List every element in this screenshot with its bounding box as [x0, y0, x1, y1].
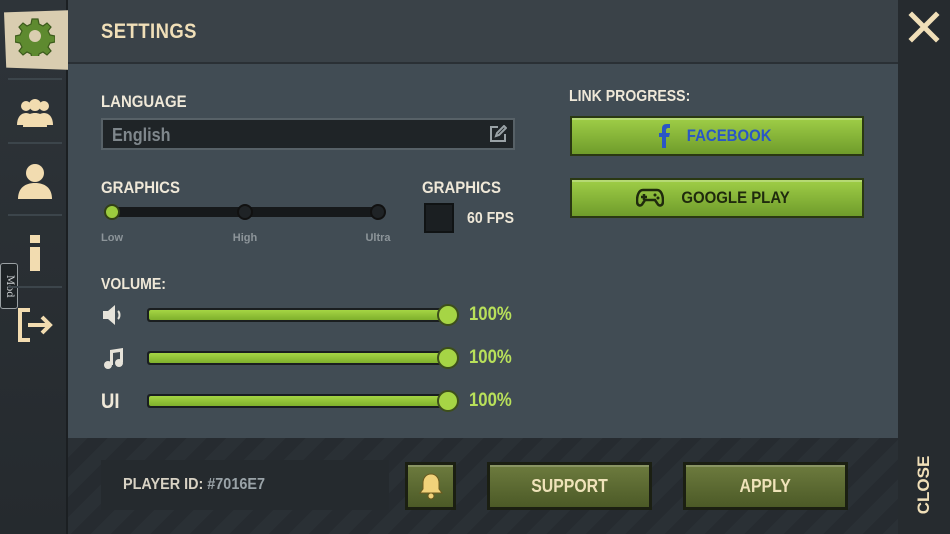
support-button[interactable]: SUPPORT — [487, 462, 652, 510]
volume-slider-music[interactable] — [147, 347, 459, 369]
language-value: English — [112, 125, 171, 145]
player-id-text: PLAYER ID: #7016E7 — [123, 476, 265, 494]
fps-option-label: 60 FPS — [467, 210, 514, 227]
google-play-button[interactable]: GOOGLE PLAY — [570, 178, 864, 218]
sidebar: Mod — [0, 0, 78, 534]
facebook-button-label: FACEBOOK — [686, 126, 772, 145]
volume-value-ui: 100% — [469, 390, 512, 411]
volume-slider-ui[interactable] — [147, 390, 459, 412]
volume-value-sfx: 100% — [469, 304, 512, 325]
gamepad-icon — [636, 188, 665, 207]
fps-label: GRAPHICS — [422, 178, 501, 197]
page-title: SETTINGS — [101, 20, 197, 43]
friends-icon — [17, 99, 53, 127]
bell-icon — [418, 473, 443, 500]
volume-fill-sfx — [149, 310, 453, 320]
right-rail — [898, 0, 950, 534]
facebook-button[interactable]: FACEBOOK — [570, 116, 864, 156]
player-id-box: PLAYER ID: #7016E7 — [101, 460, 389, 510]
sidebar-item-profile[interactable] — [14, 160, 56, 202]
volume-slider-sfx[interactable] — [147, 304, 459, 326]
google-play-button-label: GOOGLE PLAY — [681, 188, 791, 207]
player-id-value: #7016E7 — [207, 476, 265, 493]
apply-button-label: APPLY — [739, 475, 792, 496]
volume-knob-music[interactable] — [437, 347, 459, 369]
volume-knob-sfx[interactable] — [437, 304, 459, 326]
edit-icon — [490, 125, 507, 142]
language-select[interactable]: English — [101, 118, 515, 150]
graphics-knob-high[interactable] — [237, 204, 253, 220]
close-button[interactable]: CLOSE — [911, 455, 937, 515]
graphics-level-ultra: Ultra — [365, 232, 391, 244]
facebook-icon — [658, 124, 670, 148]
sidebar-item-info[interactable] — [14, 232, 56, 274]
close-button-label: CLOSE — [914, 455, 933, 515]
sidebar-item-friends[interactable] — [14, 92, 56, 134]
profile-icon — [18, 164, 52, 199]
fps-checkbox[interactable] — [424, 203, 454, 233]
graphics-level-low: Low — [101, 232, 123, 244]
volume-ui-label: UI — [101, 390, 120, 413]
link-progress-label: LINK PROGRESS: — [569, 88, 691, 105]
player-id-label: PLAYER ID: — [123, 476, 204, 493]
gear-icon — [14, 15, 56, 57]
logout-icon — [18, 308, 53, 342]
info-icon — [30, 235, 40, 271]
language-label: LANGUAGE — [101, 92, 187, 111]
graphics-label: GRAPHICS — [101, 178, 180, 197]
graphics-knob-low[interactable] — [104, 204, 120, 220]
speaker-icon — [101, 302, 127, 328]
volume-knob-ui[interactable] — [437, 390, 459, 412]
music-note-icon — [101, 345, 127, 371]
volume-fill-music — [149, 353, 453, 363]
graphics-level-high: High — [232, 232, 258, 244]
volume-fill-ui — [149, 396, 453, 406]
volume-value-music: 100% — [469, 347, 512, 368]
support-button-label: SUPPORT — [531, 475, 608, 496]
close-icon[interactable] — [907, 10, 941, 44]
sidebar-item-logout[interactable] — [14, 304, 56, 346]
apply-button[interactable]: APPLY — [683, 462, 848, 510]
volume-label: VOLUME: — [101, 276, 166, 293]
notifications-button[interactable] — [405, 462, 456, 510]
graphics-knob-ultra[interactable] — [370, 204, 386, 220]
